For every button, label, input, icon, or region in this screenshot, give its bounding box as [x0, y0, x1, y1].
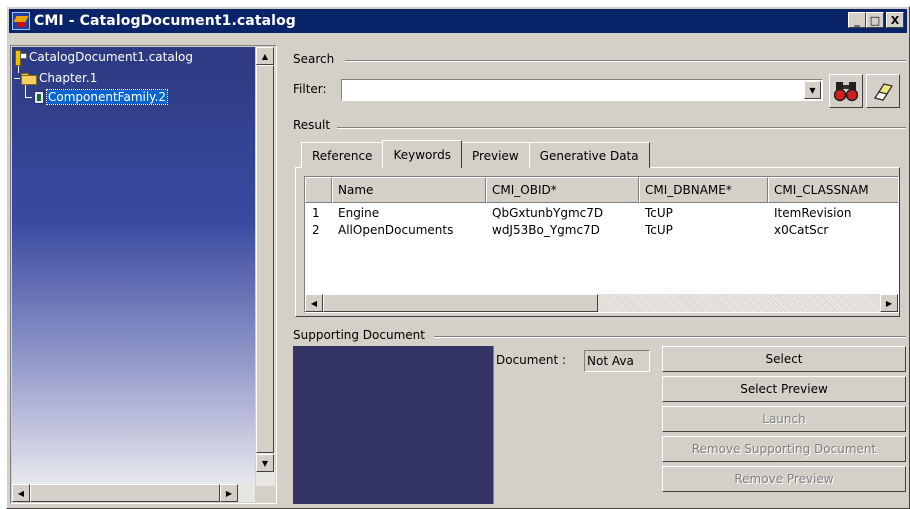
column-header-cmi-obid[interactable]: CMI_OBID*: [486, 177, 639, 203]
column-header-name[interactable]: Name: [332, 177, 486, 203]
scroll-left-icon[interactable]: ◀: [305, 294, 323, 312]
tree-node-label: CatalogDocument1.catalog: [29, 50, 194, 64]
keywords-table: Name CMI_OBID* CMI_DBNAME* CMI_CLASSNAM …: [304, 176, 899, 313]
scroll-down-icon[interactable]: ▼: [256, 454, 274, 472]
scroll-thumb[interactable]: [256, 65, 274, 453]
app-icon: [12, 12, 30, 30]
select-button[interactable]: Select: [662, 346, 906, 372]
document-field: Not Ava: [584, 350, 650, 372]
tree-connector: [25, 85, 26, 97]
eraser-icon: [873, 83, 894, 101]
component-family-icon: [34, 90, 44, 104]
scroll-right-icon[interactable]: ▶: [880, 294, 898, 312]
remove-supporting-document-button[interactable]: Remove Supporting Document: [662, 436, 906, 462]
filter-input[interactable]: [344, 82, 802, 98]
row-number: 1: [312, 206, 320, 220]
divider: [345, 60, 906, 62]
tree-node-component-family[interactable]: ComponentFamily.2: [34, 89, 169, 105]
table-horizontal-scrollbar[interactable]: ◀ ▶: [305, 294, 898, 312]
cell-cmi-obid: wdJ53Bo_Ygmc7D: [492, 223, 600, 237]
tab-keywords[interactable]: Keywords: [382, 140, 462, 168]
catalog-tree[interactable]: CatalogDocument1.catalog Chapter.1 Compo…: [12, 47, 255, 486]
tree-node-chapter[interactable]: Chapter.1: [14, 71, 97, 85]
row-number: 2: [312, 223, 320, 237]
divider: [337, 127, 906, 129]
tree-vertical-scrollbar[interactable]: ▲ ▼: [256, 47, 275, 486]
cell-cmi-classname: ItemRevision: [774, 206, 852, 220]
tree-connector: [25, 97, 32, 98]
divider: [434, 336, 906, 338]
scroll-track[interactable]: [598, 294, 880, 312]
title-bar[interactable]: CMI - CatalogDocument1.catalog _ □ X: [9, 9, 907, 33]
cell-cmi-obid: QbGxtunbYgmc7D: [492, 206, 604, 220]
catalog-tree-panel: CatalogDocument1.catalog Chapter.1 Compo…: [10, 45, 277, 504]
search-group-label: Search: [293, 52, 335, 66]
maximize-button[interactable]: □: [866, 12, 884, 28]
document-preview: [293, 346, 493, 504]
search-button[interactable]: [829, 74, 863, 108]
tree-node-label: Chapter.1: [39, 71, 98, 85]
column-header-cmi-classname[interactable]: CMI_CLASSNAM: [768, 177, 898, 203]
tree-node-catalog[interactable]: CatalogDocument1.catalog: [14, 50, 194, 66]
tree-node-label: ComponentFamily.2: [45, 89, 169, 105]
scroll-right-icon[interactable]: ▶: [220, 484, 238, 502]
catalog-icon: [14, 50, 27, 66]
tab-reference[interactable]: Reference: [301, 142, 384, 168]
row-header-corner: [305, 177, 332, 203]
minimize-button[interactable]: _: [848, 12, 866, 28]
document-label: Document :: [496, 353, 567, 367]
launch-button[interactable]: Launch: [662, 406, 906, 432]
filter-combo[interactable]: ▼: [341, 79, 823, 101]
chevron-down-icon[interactable]: ▼: [804, 81, 821, 99]
column-header-cmi-dbname[interactable]: CMI_DBNAME*: [639, 177, 768, 203]
cell-name: AllOpenDocuments: [338, 223, 454, 237]
cell-cmi-dbname: TcUP: [645, 206, 673, 220]
result-group-label: Result: [293, 118, 331, 132]
close-button[interactable]: X: [886, 12, 904, 28]
binoculars-icon: [834, 82, 858, 102]
supporting-document-group-label: Supporting Document: [293, 328, 425, 342]
remove-preview-button[interactable]: Remove Preview: [662, 466, 906, 492]
filter-label: Filter:: [293, 82, 327, 96]
scroll-thumb[interactable]: [30, 484, 220, 502]
clear-filter-button[interactable]: [866, 74, 900, 108]
folder-icon: [21, 72, 37, 85]
tab-generative-data[interactable]: Generative Data: [528, 142, 650, 168]
scroll-up-icon[interactable]: ▲: [256, 47, 274, 65]
tree-horizontal-scrollbar[interactable]: ◀ ▶: [12, 484, 255, 502]
scroll-left-icon[interactable]: ◀: [12, 484, 30, 502]
tree-connector: [14, 77, 20, 79]
cell-cmi-classname: x0CatScr: [774, 223, 829, 237]
cell-name: Engine: [338, 206, 380, 220]
select-preview-button[interactable]: Select Preview: [662, 376, 906, 402]
cell-cmi-dbname: TcUP: [645, 223, 673, 237]
window-title: CMI - CatalogDocument1.catalog: [34, 13, 296, 29]
tab-preview[interactable]: Preview: [460, 142, 530, 168]
result-tabs: Reference Keywords Preview Generative Da…: [301, 140, 650, 168]
scroll-thumb[interactable]: [323, 294, 598, 312]
